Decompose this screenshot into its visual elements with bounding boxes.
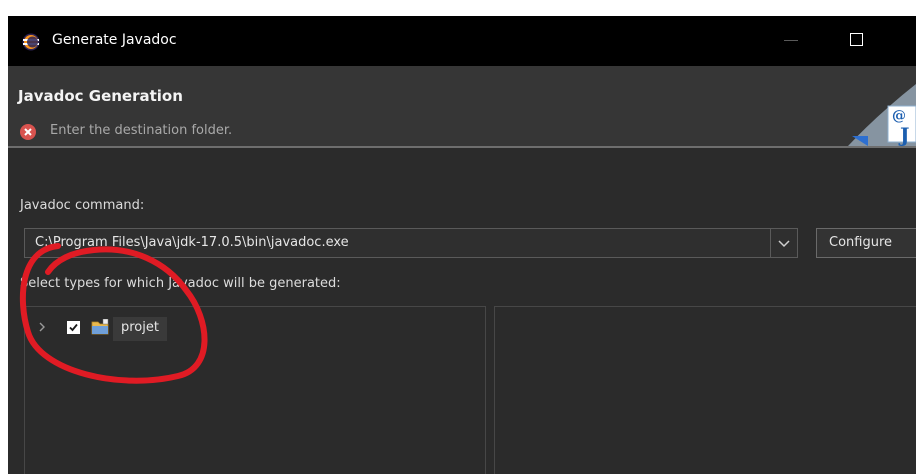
generate-javadoc-dialog: Generate Javadoc Javadoc Generation Ente… [8, 16, 916, 474]
svg-text:@: @ [892, 108, 906, 124]
types-tree[interactable]: projet [24, 306, 486, 474]
tree-item-label[interactable]: projet [113, 317, 167, 341]
project-folder-icon [91, 319, 109, 335]
banner-title: Javadoc Generation [18, 87, 183, 105]
error-icon [20, 124, 36, 140]
javadoc-command-combo[interactable]: C:\Program Files\Java\jdk-17.0.5\bin\jav… [24, 228, 798, 258]
types-label: Select types for which Javadoc will be g… [20, 276, 341, 291]
banner-message: Enter the destination folder. [50, 123, 233, 138]
projet-checkbox[interactable] [67, 321, 80, 334]
checkbox-checked-icon [69, 323, 78, 332]
configure-button[interactable]: Configure [816, 228, 916, 258]
javadoc-wizard-icon: @ J [848, 84, 916, 146]
title-bar: Generate Javadoc [8, 16, 916, 66]
chevron-down-icon [778, 240, 790, 248]
minimize-button[interactable] [784, 40, 798, 41]
javadoc-command-label: Javadoc command: [20, 198, 145, 213]
tree-item-projet[interactable]: projet [25, 317, 325, 341]
types-detail-panel[interactable] [494, 306, 916, 474]
expand-chevron-icon[interactable] [35, 320, 49, 334]
window-title: Generate Javadoc [52, 32, 177, 48]
svg-text:J: J [898, 123, 909, 146]
eclipse-icon [22, 33, 40, 51]
javadoc-command-value[interactable]: C:\Program Files\Java\jdk-17.0.5\bin\jav… [35, 235, 349, 250]
combo-dropdown-button[interactable] [770, 229, 797, 257]
dialog-banner: Javadoc Generation Enter the destination… [8, 66, 916, 148]
maximize-button[interactable] [850, 33, 863, 46]
